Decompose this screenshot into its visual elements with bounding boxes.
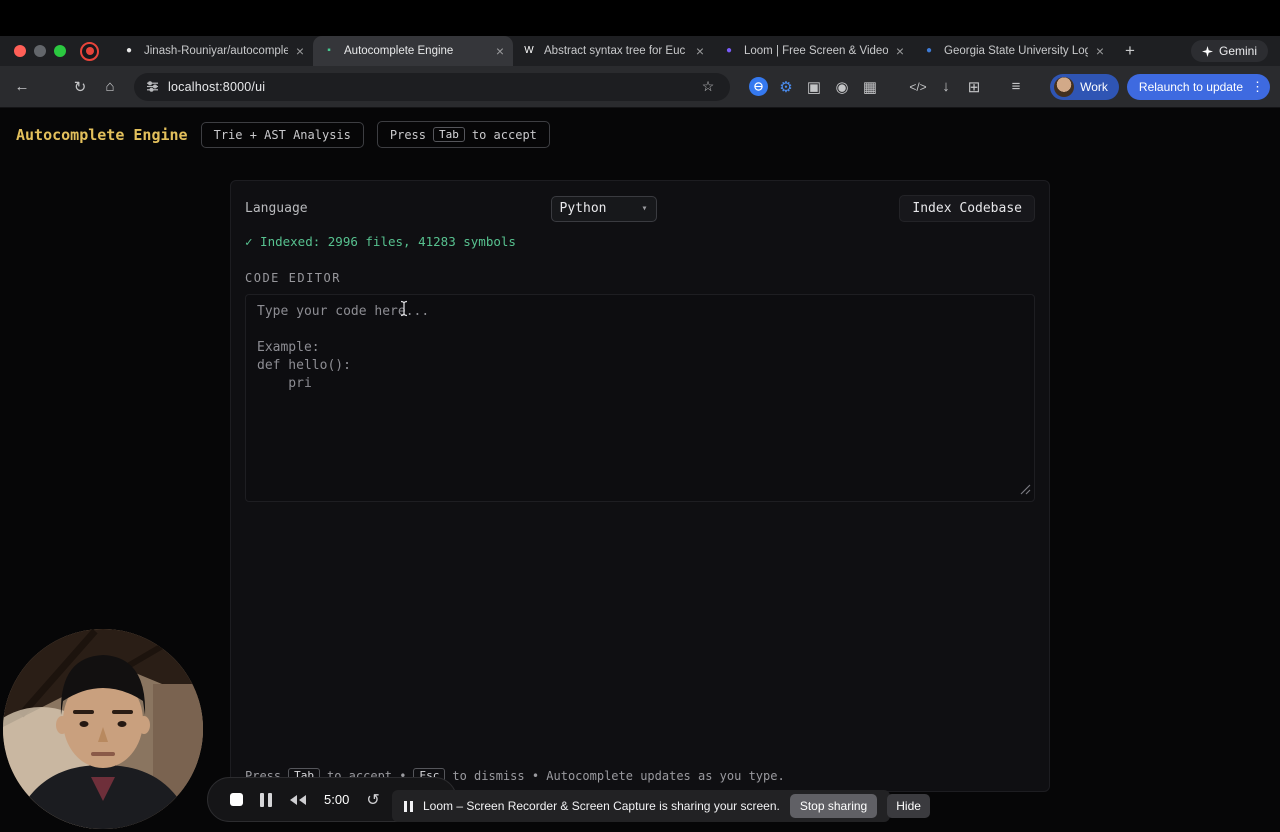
- recording-timer: 5:00: [324, 792, 350, 807]
- downloads-icon[interactable]: ↓: [932, 73, 960, 101]
- extension-grid-icon[interactable]: ▦: [856, 73, 884, 101]
- hint-post: to dismiss • Autocomplete updates as you…: [452, 768, 785, 783]
- rewind-icon[interactable]: [289, 794, 307, 806]
- pause-recording-icon[interactable]: [260, 792, 272, 807]
- loom-recording-badge-icon[interactable]: [80, 41, 99, 61]
- page-header: Autocomplete Engine Trie + AST Analysis …: [0, 108, 1280, 148]
- extension-image-icon[interactable]: ▣: [800, 73, 828, 101]
- textarea-resize-handle[interactable]: [1020, 484, 1031, 499]
- tab-loom[interactable]: ● Loom | Free Screen & Video ×: [713, 36, 913, 66]
- github-favicon-icon: ●: [125, 45, 133, 56]
- home-icon[interactable]: ⌂: [96, 73, 124, 101]
- relaunch-label: Relaunch to update: [1138, 79, 1243, 94]
- accept-hint-post: to accept: [471, 127, 537, 142]
- site-info-icon[interactable]: [146, 80, 159, 93]
- devtools-icon[interactable]: </>: [904, 73, 932, 101]
- tab-close-icon[interactable]: ×: [496, 44, 504, 58]
- code-editor-label: CODE EDITOR: [245, 271, 341, 285]
- tab-close-icon[interactable]: ×: [896, 44, 904, 58]
- gsu-favicon-icon: ●: [925, 45, 933, 56]
- tab-label: Loom | Free Screen & Video: [744, 45, 888, 57]
- extension-globe-icon[interactable]: [744, 73, 772, 101]
- index-status: ✓ Indexed: 2996 files, 41283 symbols: [245, 234, 516, 249]
- language-select[interactable]: Python ▾: [550, 195, 657, 222]
- browser-tab-strip: ● Jinash-Rouniyar/autocomple × ▪ Autocom…: [0, 36, 1280, 66]
- main-panel: Language Python ▾ Index Codebase ✓ Index…: [230, 180, 1050, 792]
- accept-hint-pre: Press: [389, 127, 426, 142]
- page-title: Autocomplete Engine: [16, 125, 188, 144]
- window-controls: [14, 45, 66, 57]
- gemini-label: Gemini: [1218, 44, 1257, 58]
- share-pause-icon: [404, 800, 413, 812]
- tab-autocomplete-engine[interactable]: ▪ Autocomplete Engine ×: [313, 36, 513, 66]
- stop-recording-icon[interactable]: [230, 793, 243, 806]
- tab-close-icon[interactable]: ×: [696, 44, 704, 58]
- accept-hint-badge: Press Tab to accept: [376, 121, 550, 148]
- app-favicon-icon: ▪: [327, 45, 331, 56]
- extension-camera-icon[interactable]: ◉: [828, 73, 856, 101]
- browser-menu-icon[interactable]: ⋮: [1251, 79, 1264, 95]
- address-bar[interactable]: localhost:8000/ui ☆: [134, 72, 730, 101]
- tab-jinash-rouniyar[interactable]: ● Jinash-Rouniyar/autocomple ×: [113, 36, 313, 66]
- window-minimize-button[interactable]: [34, 45, 46, 57]
- profile-avatar: [1054, 76, 1075, 97]
- code-editor-textarea[interactable]: Type your code here... Example: def hell…: [245, 294, 1035, 502]
- tab-label: Autocomplete Engine: [344, 45, 454, 57]
- hide-button[interactable]: Hide: [887, 794, 930, 818]
- window-zoom-button[interactable]: [54, 45, 66, 57]
- text-cursor-icon: [398, 300, 410, 321]
- stop-sharing-button[interactable]: Stop sharing: [789, 794, 878, 818]
- webcam-video: [3, 629, 203, 829]
- screen-share-bar: Loom – Screen Recorder & Screen Capture …: [392, 790, 930, 822]
- tab-close-icon[interactable]: ×: [296, 44, 304, 58]
- analysis-badge: Trie + AST Analysis: [200, 121, 364, 148]
- gemini-button[interactable]: Gemini: [1190, 40, 1268, 62]
- webcam-overlay[interactable]: [3, 629, 203, 829]
- index-codebase-button[interactable]: Index Codebase: [899, 195, 1035, 222]
- profile-button[interactable]: Work: [1050, 73, 1119, 100]
- window-close-button[interactable]: [14, 45, 26, 57]
- restart-recording-icon[interactable]: ↺: [366, 790, 379, 810]
- placeholder-line: pri: [257, 376, 312, 391]
- bookmark-star-icon[interactable]: ☆: [698, 77, 718, 97]
- share-message: Loom – Screen Recorder & Screen Capture …: [423, 799, 780, 813]
- chevron-down-icon: ▾: [641, 203, 648, 214]
- back-icon[interactable]: ←: [8, 73, 36, 101]
- extensions-puzzle-icon[interactable]: ⊞: [960, 73, 988, 101]
- macos-menubar: [0, 0, 1280, 36]
- wikipedia-favicon-icon: W: [524, 45, 534, 56]
- placeholder-line: [257, 321, 1023, 339]
- language-selected-value: Python: [559, 201, 607, 216]
- screen: ● Jinash-Rouniyar/autocomple × ▪ Autocom…: [0, 0, 1280, 832]
- sparkle-icon: [1201, 45, 1213, 57]
- url-text[interactable]: localhost:8000/ui: [168, 80, 698, 94]
- extension-gear-icon[interactable]: ⚙: [772, 73, 800, 101]
- language-row: Language Python ▾ Index Codebase: [245, 195, 1035, 222]
- profile-label: Work: [1080, 79, 1108, 94]
- sidebar-list-icon[interactable]: ≡: [1002, 73, 1030, 101]
- tab-key-badge: Tab: [433, 127, 465, 142]
- toolbar-right-cluster: Work Relaunch to update ⋮: [1050, 73, 1270, 100]
- placeholder-line: def hello():: [257, 358, 351, 373]
- tab-label: Georgia State University Log: [944, 45, 1088, 57]
- language-label: Language: [245, 201, 308, 216]
- tab-georgia-state[interactable]: ● Georgia State University Log ×: [913, 36, 1113, 66]
- tab-close-icon[interactable]: ×: [1096, 44, 1104, 58]
- relaunch-button[interactable]: Relaunch to update ⋮: [1126, 73, 1270, 100]
- tab-label: Abstract syntax tree for Euc: [544, 45, 686, 57]
- new-tab-button[interactable]: +: [1125, 41, 1135, 61]
- tab-label: Jinash-Rouniyar/autocomple: [144, 45, 288, 57]
- placeholder-line: Example:: [257, 340, 320, 355]
- placeholder-line: Type your code here...: [257, 304, 430, 319]
- tabs: ● Jinash-Rouniyar/autocomple × ▪ Autocom…: [113, 36, 1113, 66]
- analysis-badge-label: Trie + AST Analysis: [213, 127, 351, 142]
- tab-wikipedia-ast[interactable]: W Abstract syntax tree for Euc ×: [513, 36, 713, 66]
- browser-toolbar: ← ↻ ⌂ localhost:8000/ui ☆ ⚙ ▣ ◉ ▦ </> ↓ …: [0, 66, 1280, 108]
- reload-icon[interactable]: ↻: [66, 73, 94, 101]
- loom-favicon-icon: ●: [725, 45, 733, 56]
